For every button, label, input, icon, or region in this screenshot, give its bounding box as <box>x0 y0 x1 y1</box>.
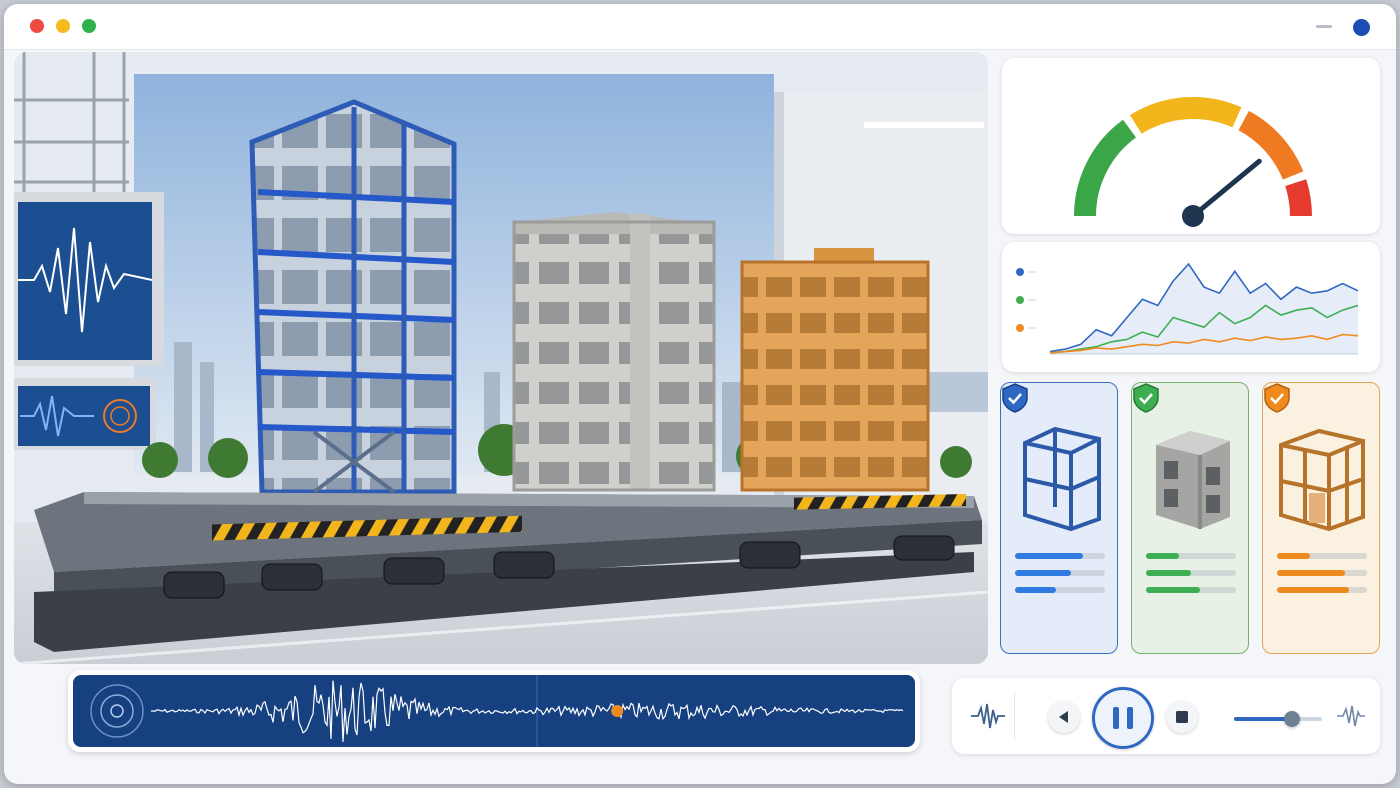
rewind-icon <box>1059 711 1068 723</box>
close-window-button[interactable] <box>30 19 44 33</box>
steel-meter-3 <box>1015 587 1105 593</box>
collapse-icon[interactable] <box>1316 25 1332 28</box>
concrete-structure-card[interactable] <box>1131 382 1249 654</box>
concrete-meter-2-fill <box>1146 570 1191 576</box>
series-1-area <box>1050 264 1358 354</box>
playback-controls <box>952 678 1380 754</box>
gauge-needle <box>1190 158 1262 219</box>
steel-meter-1 <box>1015 553 1105 559</box>
waveform-plot <box>90 675 904 747</box>
amplitude-slider[interactable] <box>1234 711 1322 727</box>
steel-meter-3-fill <box>1015 587 1056 593</box>
steel-meter-2 <box>1015 570 1105 576</box>
concrete-meter-2 <box>1146 570 1236 576</box>
timber-meter-1-fill <box>1277 553 1311 559</box>
timber-structure-card[interactable] <box>1262 382 1380 654</box>
playhead-marker[interactable] <box>611 705 624 717</box>
steel-shield-check-icon <box>1002 383 1028 413</box>
timber-shield-check-icon <box>1264 383 1290 413</box>
timber-meter-2-fill <box>1277 570 1345 576</box>
seismic-waveform-bar[interactable] <box>68 670 920 752</box>
steel-structure-card[interactable] <box>1000 382 1118 654</box>
concrete-meter-1-fill <box>1146 553 1180 559</box>
legend-marker-2 <box>1016 296 1024 304</box>
concrete-tower <box>512 212 716 492</box>
stop-icon <box>1176 711 1188 723</box>
timber-meter-3 <box>1277 587 1367 593</box>
amplitude-slider-knob[interactable] <box>1284 711 1301 727</box>
concrete-meter-1 <box>1146 553 1236 559</box>
timber-meter-1 <box>1277 553 1367 559</box>
response-chart-card <box>1002 242 1380 372</box>
previous-button[interactable] <box>1048 701 1080 733</box>
pause-button[interactable] <box>1092 687 1154 749</box>
pause-icon <box>1113 707 1133 729</box>
divider <box>1014 692 1015 740</box>
simulation-viewport[interactable] <box>14 52 988 664</box>
concrete-meter-3 <box>1146 587 1236 593</box>
steel-meter-2-fill <box>1015 570 1071 576</box>
timber-meter-3-fill <box>1277 587 1349 593</box>
intensity-gauge-card <box>1002 58 1380 234</box>
maximize-window-button[interactable] <box>82 19 96 33</box>
sensor-target-icon <box>90 684 144 738</box>
stop-button[interactable] <box>1166 701 1198 733</box>
account-avatar[interactable] <box>1353 19 1370 36</box>
timber-meter-2 <box>1277 570 1367 576</box>
seismic-signal-icon <box>1337 705 1365 727</box>
concrete-shield-check-icon <box>1133 383 1159 413</box>
response-line-chart <box>1016 262 1359 355</box>
steel-tower <box>249 99 457 495</box>
shake-table-scene <box>14 52 988 664</box>
gauge-icon <box>1074 97 1312 227</box>
concrete-meter-3-fill <box>1146 587 1200 593</box>
legend-marker-1 <box>1016 268 1024 276</box>
title-bar <box>4 4 1396 50</box>
gauge-hub <box>1182 205 1204 227</box>
steel-meter-1-fill <box>1015 553 1083 559</box>
legend-marker-3 <box>1016 324 1024 332</box>
waveform-icon <box>971 703 1005 729</box>
timber-tower <box>740 248 930 492</box>
minimize-window-button[interactable] <box>56 19 70 33</box>
waveform-line <box>151 680 904 742</box>
